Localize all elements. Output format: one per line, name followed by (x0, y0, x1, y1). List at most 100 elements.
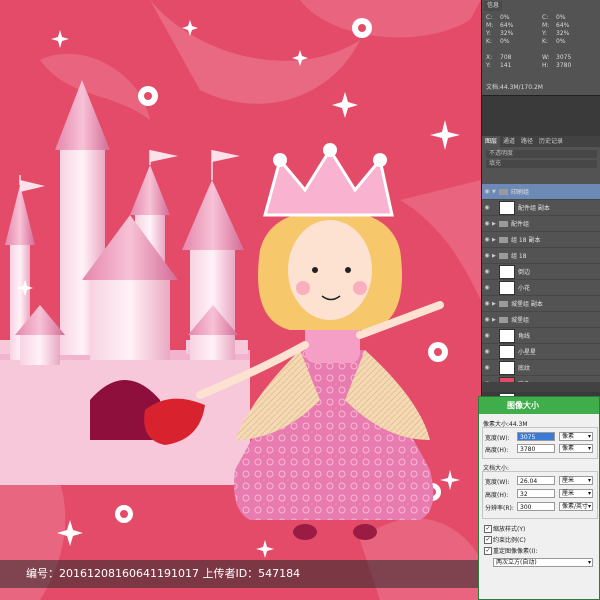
folder-icon (499, 300, 508, 307)
layer-name: 配件组 (511, 221, 530, 228)
doc-width-label: 宽度(W): (485, 479, 510, 486)
layer-row[interactable]: ◉ ▶ 组 18 副本 (482, 232, 600, 248)
constrain-proportions-checkbox[interactable]: ✓ (484, 536, 492, 544)
info-row (486, 46, 598, 54)
fill-control[interactable]: 填充 (486, 160, 597, 168)
doc-width-input[interactable]: 26.04 (517, 476, 555, 485)
resample-method-select[interactable]: 两次立方(自动) (493, 558, 593, 567)
layer-name: 城堡组 副本 (511, 301, 543, 308)
info-value: 64% (556, 22, 570, 29)
resample-checkbox[interactable]: ✓ (484, 547, 492, 555)
tab-layers[interactable]: 图层 (482, 136, 501, 147)
visibility-eye-icon[interactable]: ◉ (482, 188, 492, 195)
layer-name: 组 18 (511, 253, 527, 260)
info-row: C: 0% C: 0% (486, 14, 598, 22)
height-input[interactable]: 3780 (517, 444, 555, 453)
width-label: 宽度(W): (485, 435, 510, 442)
layer-row[interactable]: ◉ 配件组 副本 (482, 200, 600, 216)
folder-icon (499, 316, 508, 323)
layer-thumbnail (499, 360, 515, 375)
visibility-eye-icon[interactable]: ◉ (482, 204, 492, 211)
opacity-control[interactable]: 不透明度 (486, 150, 597, 158)
info-row: Y: 32% Y: 32% (486, 30, 598, 38)
width-input[interactable]: 3075 (517, 432, 555, 441)
resolution-input[interactable]: 300 (517, 502, 555, 511)
layers-tabs: 图层 通道 路径 历史记录 (482, 136, 600, 147)
layer-toolbar: 不透明度 填充 (482, 148, 600, 182)
layers-panel: 图层 通道 路径 历史记录 不透明度 填充 ◉ ▼ 印刷组 ◉ 配件组 副本 ◉ ▶ 配件组 ◉… (482, 136, 600, 408)
layer-thumbnail (499, 264, 515, 279)
layer-row[interactable]: ◉ ▼ 印刷组 (482, 184, 600, 200)
dialog-title: 图像大小 (479, 397, 599, 414)
info-value: 32% (500, 30, 514, 37)
tab-paths[interactable]: 路径 (518, 136, 536, 147)
layer-name: 小花 (518, 285, 531, 292)
layer-thumbnail (499, 200, 515, 215)
info-label: K: (542, 38, 548, 45)
doc-height-input[interactable]: 32 (517, 489, 555, 498)
info-label: K: (486, 38, 492, 45)
constrain-proportions-label: 约束比例(C) (493, 537, 526, 544)
visibility-eye-icon[interactable]: ◉ (482, 252, 492, 259)
info-label: Y: (486, 30, 491, 37)
resolution-unit-select[interactable]: 像素/英寸 (559, 502, 593, 511)
tab-history[interactable]: 历史记录 (536, 136, 566, 147)
height-unit-select[interactable]: 像素 (559, 444, 593, 453)
artwork-canvas[interactable]: 编号：20161208160641191017 上传者ID：547184 (0, 0, 481, 600)
group-expand-icon[interactable]: ▶ (492, 237, 499, 243)
group-expand-icon[interactable]: ▶ (492, 221, 499, 227)
info-row: K: 0% K: 0% (486, 38, 598, 46)
visibility-eye-icon[interactable]: ◉ (482, 300, 492, 307)
scale-styles-checkbox[interactable]: ✓ (484, 525, 492, 533)
layer-row[interactable]: ◉ 倒边 (482, 264, 600, 280)
doc-width-unit-select[interactable]: 厘米 (559, 476, 593, 485)
visibility-eye-icon[interactable]: ◉ (482, 284, 492, 291)
group-expand-icon[interactable]: ▶ (492, 253, 499, 259)
info-label: W: (542, 54, 550, 61)
layer-row[interactable]: ◉ ▶ 配件组 (482, 216, 600, 232)
info-row: X: 708 W: 3075 (486, 54, 598, 62)
layer-row[interactable]: ◉ ▶ 城堡组 副本 (482, 296, 600, 312)
folder-icon (499, 236, 508, 243)
tab-channels[interactable]: 通道 (500, 136, 518, 147)
layer-row[interactable]: ◉ ▶ 组 18 (482, 248, 600, 264)
info-value: 0% (556, 14, 566, 21)
group-expand-icon[interactable]: ▶ (492, 317, 499, 323)
info-label: C: (542, 14, 549, 21)
resample-label: 重定图像像素(I): (493, 548, 538, 555)
layer-name: 组 18 副本 (511, 237, 541, 244)
visibility-eye-icon[interactable]: ◉ (482, 332, 492, 339)
layer-list: ◉ ▼ 印刷组 ◉ 配件组 副本 ◉ ▶ 配件组 ◉ ▶ 组 18 副本 ◉ ▶ 组 18 ◉ 倒边 ◉ 小花 ◉ ▶… (482, 184, 600, 408)
info-label: Y: (542, 30, 547, 37)
layer-name: 倒边 (518, 269, 531, 276)
folder-icon (499, 188, 508, 195)
info-value: 708 (500, 54, 512, 61)
layer-row[interactable]: ◉ 角线 (482, 328, 600, 344)
resolution-label: 分辨率(R): (485, 505, 514, 512)
info-label: Y: (486, 62, 491, 69)
document-size-readout: 文档:44.3M/170.2M (486, 84, 543, 91)
info-value: 0% (556, 38, 566, 45)
layer-row[interactable]: ◉ ▶ 城堡组 (482, 312, 600, 328)
visibility-eye-icon[interactable]: ◉ (482, 348, 492, 355)
info-tab[interactable]: 信息 (484, 1, 503, 11)
group-expand-icon[interactable]: ▼ (492, 189, 499, 195)
layer-name: 配件组 副本 (518, 205, 550, 212)
group-expand-icon[interactable]: ▶ (492, 301, 499, 307)
width-unit-select[interactable]: 像素 (559, 432, 593, 441)
layer-name: 小星星 (518, 349, 537, 356)
visibility-eye-icon[interactable]: ◉ (482, 316, 492, 323)
visibility-eye-icon[interactable]: ◉ (482, 268, 492, 275)
info-label: H: (542, 62, 549, 69)
layer-row[interactable]: ◉ 小花 (482, 280, 600, 296)
layer-row[interactable]: ◉ 小星星 (482, 344, 600, 360)
scale-styles-label: 缩放样式(Y) (493, 526, 526, 533)
visibility-eye-icon[interactable]: ◉ (482, 220, 492, 227)
folder-icon (499, 220, 508, 227)
visibility-eye-icon[interactable]: ◉ (482, 364, 492, 371)
info-value: 0% (500, 14, 510, 21)
layer-row[interactable]: ◉ 底纹 (482, 360, 600, 376)
doc-height-unit-select[interactable]: 厘米 (559, 489, 593, 498)
info-label: X: (486, 54, 493, 61)
visibility-eye-icon[interactable]: ◉ (482, 236, 492, 243)
